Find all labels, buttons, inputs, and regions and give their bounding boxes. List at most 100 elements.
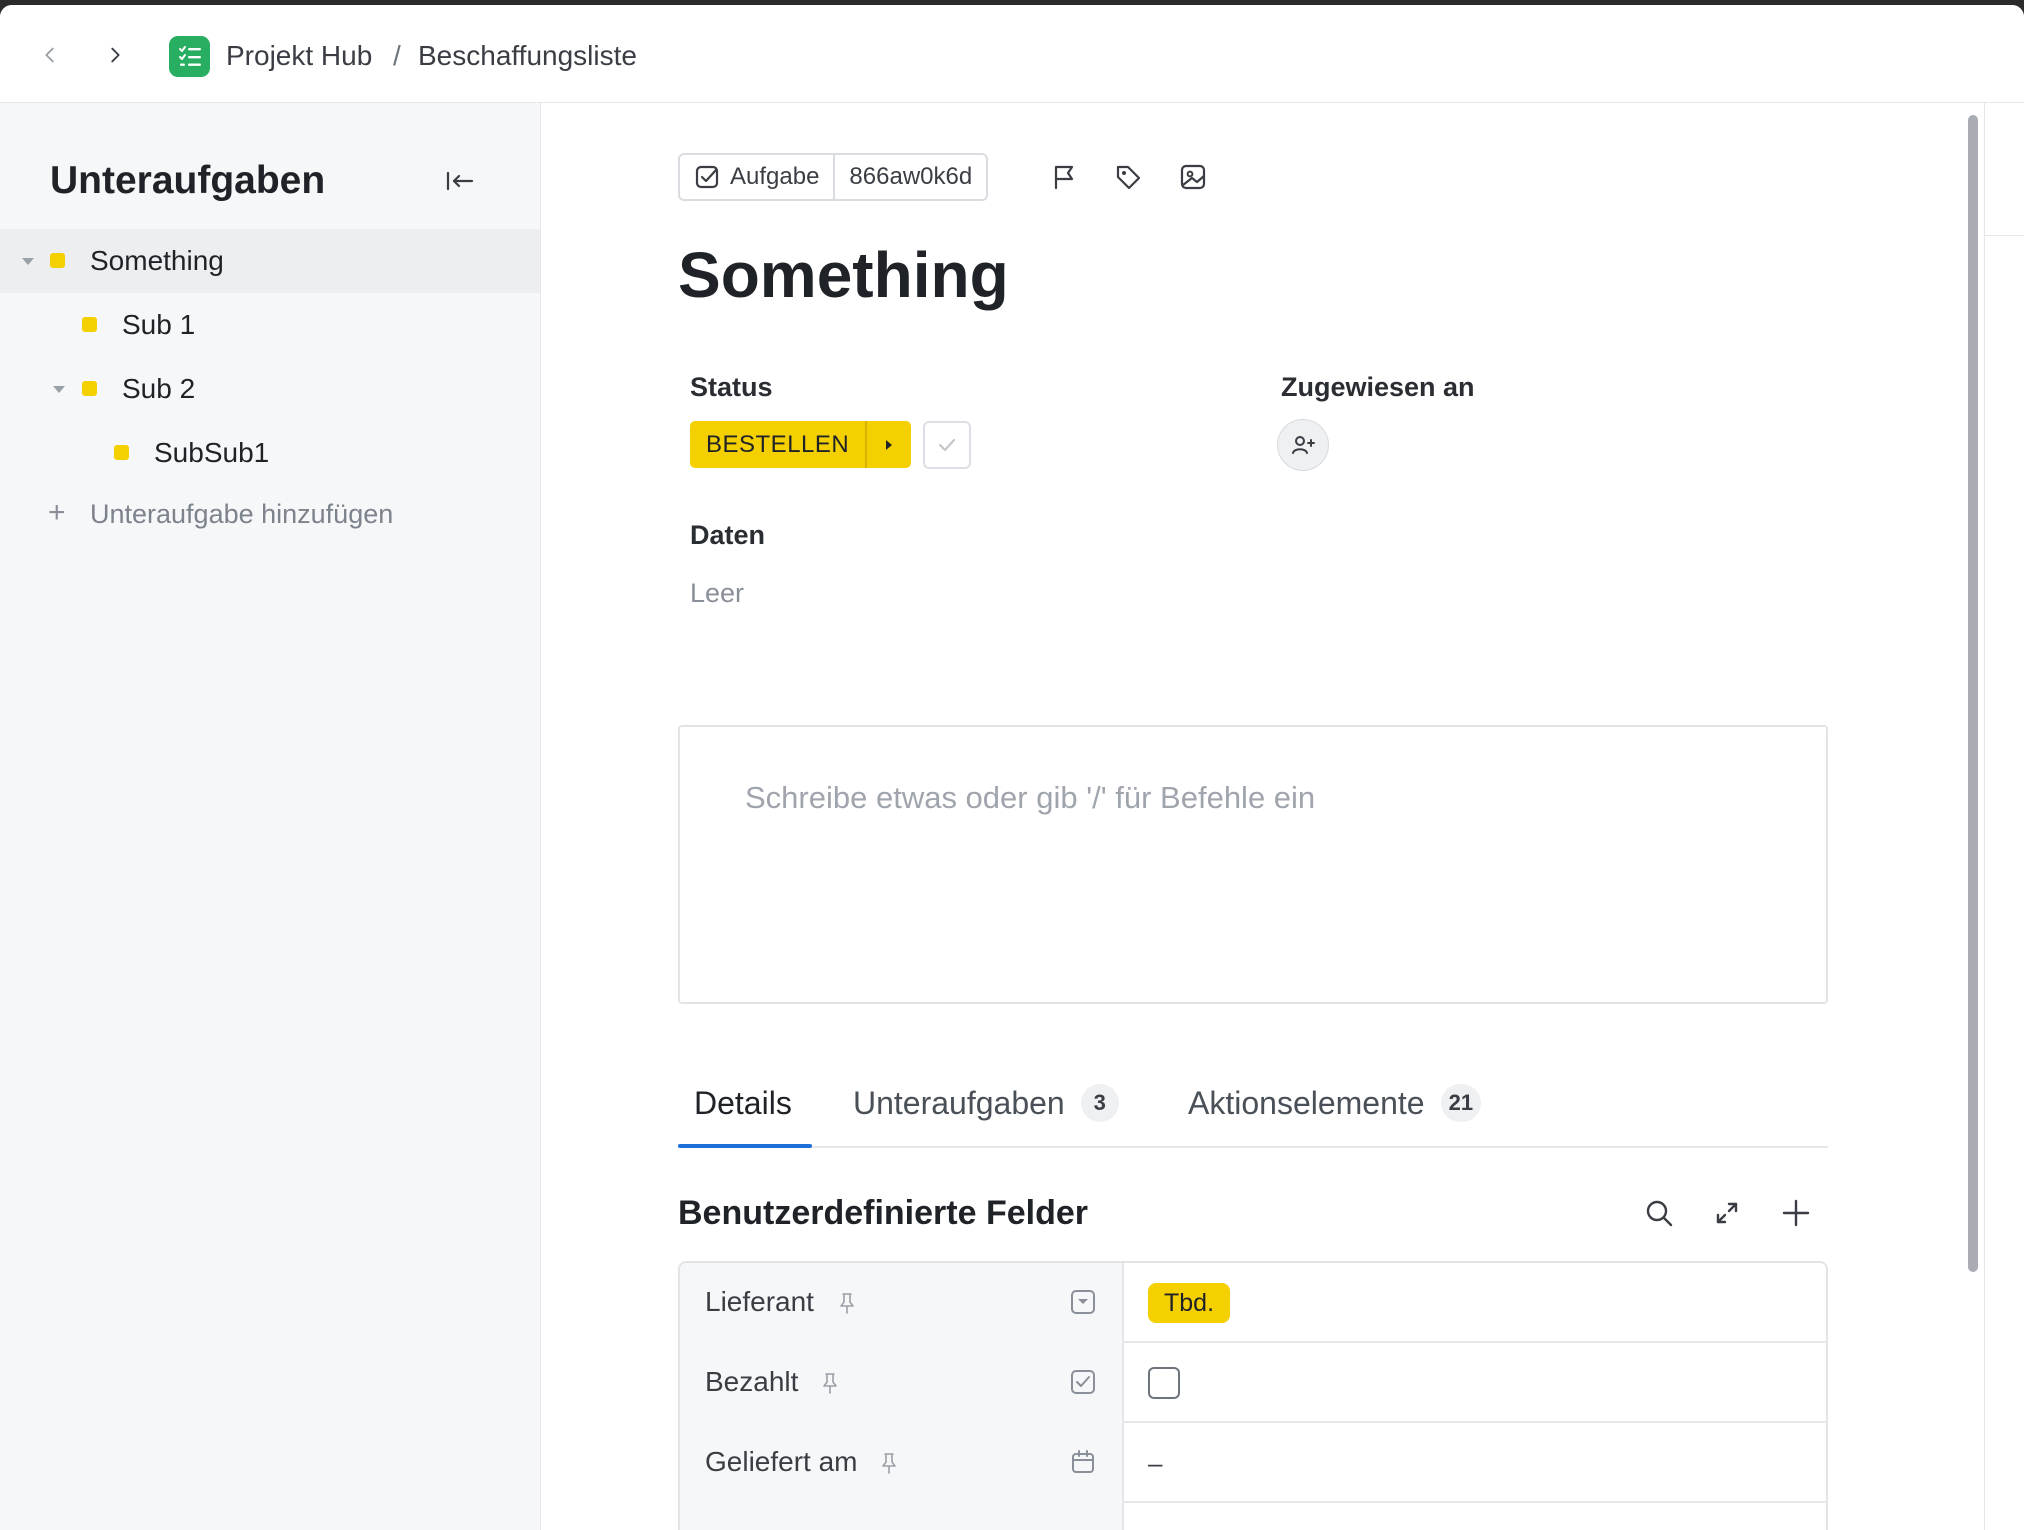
tab-label: Aktionselemente bbox=[1188, 1084, 1425, 1121]
checkbox-type-icon bbox=[1068, 1367, 1098, 1397]
sidebar-title: Unteraufgaben bbox=[50, 159, 326, 202]
search-icon bbox=[1646, 1200, 1673, 1227]
tab-label: Details bbox=[694, 1084, 792, 1121]
add-assignee-button[interactable] bbox=[1277, 419, 1329, 471]
cover-image-button[interactable] bbox=[1173, 157, 1213, 197]
task-type-label: Aufgabe bbox=[730, 163, 820, 190]
breadcrumb-list[interactable]: Beschaffungsliste bbox=[418, 39, 637, 73]
sidebar-item-label: Sub 1 bbox=[122, 309, 196, 340]
top-bar: Projekt Hub / Beschaffungsliste bbox=[0, 5, 2024, 103]
sidebar-item-label: SubSub1 bbox=[154, 437, 270, 468]
add-subtask-label: Unteraufgabe hinzufügen bbox=[90, 499, 394, 529]
table-row bbox=[680, 1503, 1826, 1530]
field-value-cell[interactable]: Tbd. bbox=[1148, 1263, 1231, 1343]
plus-icon: + bbox=[48, 496, 66, 529]
subtasks-sidebar: Unteraufgaben Something Sub 1 Sub 2 SubS… bbox=[0, 103, 541, 1530]
status-value: BESTELLEN bbox=[706, 430, 850, 458]
search-fields-button[interactable] bbox=[1638, 1192, 1680, 1234]
field-label: Lieferant bbox=[705, 1286, 814, 1317]
sidebar-item-sub-2[interactable]: Sub 2 bbox=[0, 357, 540, 421]
tab-details[interactable]: Details bbox=[694, 1073, 792, 1133]
task-title[interactable]: Something bbox=[678, 237, 1009, 313]
dropdown-icon bbox=[1068, 1287, 1098, 1317]
breadcrumb-separator: / bbox=[393, 40, 401, 71]
next-status-button[interactable] bbox=[865, 421, 911, 468]
caret-down-icon[interactable] bbox=[22, 258, 34, 265]
status-button[interactable]: BESTELLEN bbox=[690, 421, 912, 468]
status-dot-icon bbox=[114, 445, 129, 460]
chevron-left-icon bbox=[45, 47, 54, 63]
pin-icon[interactable] bbox=[818, 1369, 842, 1397]
assignee-label: Zugewiesen an bbox=[1281, 372, 1475, 402]
dates-value[interactable]: Leer bbox=[690, 577, 744, 609]
pin-icon[interactable] bbox=[835, 1289, 859, 1317]
mark-complete-button[interactable] bbox=[923, 421, 971, 469]
field-label: Bezahlt bbox=[705, 1366, 799, 1397]
field-name-cell[interactable] bbox=[680, 1503, 1124, 1530]
sidebar-item-sub-1[interactable]: Sub 1 bbox=[0, 293, 540, 357]
tab-count-badge: 3 bbox=[1080, 1084, 1119, 1122]
right-panel-edge bbox=[1984, 103, 2024, 1530]
breadcrumb-workspace[interactable]: Projekt Hub bbox=[226, 39, 372, 73]
flag-icon bbox=[1054, 165, 1074, 190]
collapse-sidebar-button[interactable] bbox=[440, 161, 480, 201]
task-id-label: 866aw0k6d bbox=[849, 163, 973, 190]
expand-fields-button[interactable] bbox=[1706, 1192, 1748, 1234]
list-app-icon[interactable] bbox=[169, 36, 210, 77]
task-type-pill[interactable]: Aufgabe 866aw0k6d bbox=[678, 153, 989, 201]
play-arrow-icon bbox=[886, 439, 893, 450]
table-row: Bezahlt bbox=[680, 1343, 1826, 1423]
user-plus-icon bbox=[1292, 436, 1315, 454]
field-value-cell[interactable] bbox=[1148, 1343, 1180, 1423]
back-button[interactable] bbox=[30, 35, 70, 75]
add-subtask-button[interactable]: + Unteraufgabe hinzufügen bbox=[0, 488, 540, 538]
sidebar-item-label: Something bbox=[90, 245, 224, 276]
chevron-right-icon bbox=[111, 47, 120, 63]
active-tab-indicator bbox=[678, 1144, 812, 1148]
field-name-cell[interactable]: Lieferant bbox=[680, 1263, 1124, 1343]
scrollbar-thumb[interactable] bbox=[1968, 115, 1978, 1272]
tab-action-items[interactable]: Aktionselemente 21 bbox=[1188, 1073, 1482, 1133]
tab-subtasks[interactable]: Unteraufgaben 3 bbox=[853, 1073, 1119, 1133]
field-name-cell[interactable]: Geliefert am bbox=[680, 1423, 1124, 1503]
field-label: Geliefert am bbox=[705, 1446, 858, 1477]
status-label: Status bbox=[690, 372, 773, 402]
status-dot-icon bbox=[50, 253, 65, 268]
check-icon bbox=[938, 438, 956, 452]
custom-fields-title: Benutzerdefinierte Felder bbox=[678, 1194, 1088, 1232]
supplier-tag[interactable]: Tbd. bbox=[1148, 1283, 1231, 1323]
sidebar-item-something[interactable]: Something bbox=[0, 229, 540, 293]
status-dot-icon bbox=[82, 317, 97, 332]
checklist-icon bbox=[178, 45, 201, 66]
pin-icon[interactable] bbox=[877, 1449, 901, 1477]
forward-button[interactable] bbox=[95, 35, 135, 75]
tags-button[interactable] bbox=[1108, 157, 1148, 197]
sidebar-item-label: Sub 2 bbox=[122, 373, 196, 404]
calendar-icon bbox=[1068, 1447, 1098, 1477]
image-icon bbox=[1180, 164, 1206, 190]
task-type-button[interactable]: Aufgabe bbox=[680, 155, 833, 199]
task-id-button[interactable]: 866aw0k6d bbox=[833, 155, 986, 199]
editor-placeholder: Schreibe etwas oder gib '/' für Befehle … bbox=[745, 780, 1316, 815]
app-window: Projekt Hub / Beschaffungsliste Unterauf… bbox=[0, 5, 2024, 1530]
tab-count-badge: 21 bbox=[1440, 1084, 1482, 1122]
field-value-cell[interactable]: – bbox=[1148, 1423, 1162, 1503]
sidebar-item-subsub1[interactable]: SubSub1 bbox=[0, 421, 540, 485]
priority-flag-button[interactable] bbox=[1044, 157, 1084, 197]
field-name-cell[interactable]: Bezahlt bbox=[680, 1343, 1124, 1423]
dates-label: Daten bbox=[690, 520, 766, 550]
task-check-icon bbox=[695, 165, 719, 189]
delivered-date-value: – bbox=[1148, 1447, 1163, 1478]
tag-icon bbox=[1116, 165, 1141, 190]
plus-icon bbox=[1782, 1199, 1810, 1227]
caret-down-icon[interactable] bbox=[53, 386, 65, 393]
expand-icon bbox=[1716, 1202, 1738, 1224]
add-field-button[interactable] bbox=[1775, 1192, 1817, 1234]
status-dot-icon bbox=[82, 381, 97, 396]
table-row: Geliefert am – bbox=[680, 1423, 1826, 1503]
paid-checkbox[interactable] bbox=[1148, 1367, 1180, 1399]
custom-fields-table: Lieferant Tbd. Bezahlt Geliefert am – bbox=[678, 1261, 1828, 1530]
description-editor[interactable]: Schreibe etwas oder gib '/' für Befehle … bbox=[678, 725, 1828, 1004]
table-row: Lieferant Tbd. bbox=[680, 1263, 1826, 1343]
divider bbox=[1985, 235, 2024, 236]
